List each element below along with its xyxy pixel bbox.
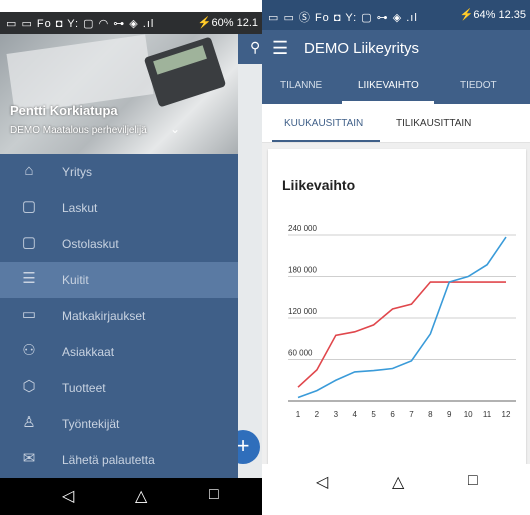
status-bar: ▭ ▭ Ⓢ Fo ◘ Y: ▢ ⊶ ◈ .ıl ⚡64% 12.35	[262, 0, 530, 30]
worker-icon: ♙	[22, 414, 36, 431]
company-selector[interactable]: DEMO Maatalous perheviljelijä	[10, 125, 147, 136]
tab-liikevaihto[interactable]: LIIKEVAIHTO	[358, 80, 419, 91]
home-icon[interactable]: △	[135, 486, 147, 506]
clipboard-icon: ▢	[21, 198, 37, 215]
x-tick-label: 2	[315, 410, 320, 419]
y-tick-label: 180 000	[288, 266, 317, 275]
x-tick-label: 3	[334, 410, 339, 419]
chevron-down-icon[interactable]: ⌄	[170, 122, 180, 136]
calculator-image	[143, 36, 227, 108]
drawer-header: Pentti Korkiatupa DEMO Maatalous perhevi…	[0, 34, 238, 154]
tab-tilanne[interactable]: TILANNE	[280, 80, 322, 91]
x-tick-label: 12	[502, 410, 511, 419]
drawer-item[interactable]: ✉ Lähetä palautetta	[0, 442, 238, 478]
android-nav-bar: ◁ △ □	[0, 478, 262, 515]
navigation-drawer: Pentti Korkiatupa DEMO Maatalous perhevi…	[0, 34, 238, 478]
drawer-item[interactable]: ⬡ Tuotteet	[0, 370, 238, 406]
drawer-item-label: Asiakkaat	[62, 345, 115, 359]
drawer-item[interactable]: ▢ Laskut	[0, 190, 238, 226]
y-tick-label: 60 000	[288, 349, 313, 358]
active-subtab-indicator	[272, 140, 380, 142]
subtab-tilikausittain[interactable]: TILIKAUSITTAIN	[396, 118, 471, 129]
user-name: Pentti Korkiatupa	[10, 103, 118, 118]
y-tick-label: 240 000	[288, 224, 317, 233]
drawer-item[interactable]: ▭ Matkakirjaukset	[0, 298, 238, 334]
chart-card: Liikevaihto 60 000 120 000 180 000 240 000 1…	[268, 149, 526, 464]
clipboard-icon: ▢	[21, 234, 37, 251]
app-bar: ☰ DEMO Liikeyritys	[262, 30, 530, 68]
background-app-bar: ⚲	[238, 34, 262, 64]
x-tick-label: 8	[428, 410, 433, 419]
series-line-2	[297, 236, 507, 399]
revenue-line-chart: 60 000120 000180 000240 0001 2 3 4 5 6 7 8 9 10 11…	[288, 224, 516, 419]
battery-clock: ⚡64% 12.35	[459, 9, 526, 21]
x-tick-label: 7	[409, 410, 414, 419]
main-tabs: TILANNE LIIKEVAIHTO TIEDOT	[262, 68, 530, 104]
status-icons: ▭ ▭ Ⓢ Fo ◘ Y: ▢ ⊶ ◈ .ıl	[268, 12, 418, 24]
drawer-item-label: Matkakirjaukset	[62, 309, 146, 323]
left-phone-screen: ▭ ▭ Fo ◘ Y: ▢ ◠ ⊶ ◈ .ıl ⚡60% 12.1 ⚲ + Pe…	[0, 12, 262, 515]
x-tick-label: 1	[296, 410, 301, 419]
battery-clock: ⚡60% 12.1	[197, 17, 258, 29]
android-nav-bar: ◁ △ □	[262, 464, 530, 515]
people-icon: ⚇	[22, 342, 36, 359]
content-area: Liikevaihto 60 000 120 000 180 000 240 000 1…	[262, 143, 530, 464]
drawer-item-label: Yritys	[62, 165, 92, 179]
status-icons: ▭ ▭ Fo ◘ Y: ▢ ◠ ⊶ ◈ .ıl	[6, 18, 155, 30]
x-tick-label: 11	[483, 410, 492, 419]
subtab-kuukausittain[interactable]: KUUKAUSITTAIN	[284, 118, 363, 129]
app-title: DEMO Liikeyritys	[304, 40, 420, 57]
x-tick-label: 4	[353, 410, 358, 419]
hamburger-menu-icon[interactable]: ☰	[272, 38, 288, 59]
x-tick-label: 10	[464, 410, 473, 419]
drawer-item-label: Ostolaskut	[62, 237, 119, 251]
tab-tiedot[interactable]: TIEDOT	[460, 80, 497, 91]
drawer-item-label: Kuitit	[62, 273, 89, 287]
drawer-item[interactable]: ☰ Kuitit	[0, 262, 238, 298]
back-icon[interactable]: ◁	[62, 486, 74, 506]
drawer-item-label: Työntekijät	[62, 417, 120, 431]
home-icon[interactable]: △	[392, 472, 404, 492]
status-bar: ▭ ▭ Fo ◘ Y: ▢ ◠ ⊶ ◈ .ıl ⚡60% 12.1	[0, 12, 262, 34]
feedback-icon: ✉	[22, 450, 36, 467]
search-icon[interactable]: ⚲	[250, 39, 260, 56]
header-paper-image	[6, 34, 154, 114]
drawer-item-label: Laskut	[62, 201, 98, 215]
drawer-item[interactable]: ⚇ Asiakkaat	[0, 334, 238, 370]
recents-icon[interactable]: □	[209, 486, 219, 504]
drawer-item-label: Tuotteet	[62, 381, 106, 395]
factory-icon: ⌂	[24, 162, 34, 179]
right-phone-screen: ▭ ▭ Ⓢ Fo ◘ Y: ▢ ⊶ ◈ .ıl ⚡64% 12.35 ☰ DEM…	[262, 0, 530, 515]
x-tick-label: 6	[390, 410, 395, 419]
sub-tabs: KUUKAUSITTAIN TILIKAUSITTAIN	[262, 104, 530, 143]
drawer-item[interactable]: ♙ Työntekijät	[0, 406, 238, 442]
drawer-item[interactable]: ▢ Ostolaskut	[0, 226, 238, 262]
series-line-1	[297, 281, 506, 388]
back-icon[interactable]: ◁	[316, 472, 328, 492]
x-tick-label: 9	[447, 410, 452, 419]
x-tick-label: 5	[371, 410, 376, 419]
receipt-icon: ☰	[22, 270, 36, 287]
y-tick-label: 120 000	[288, 307, 317, 316]
recents-icon[interactable]: □	[468, 472, 478, 490]
car-icon: ▭	[21, 306, 37, 323]
drawer-item-label: Lähetä palautetta	[62, 453, 155, 467]
drawer-item[interactable]: ⌂ Yritys	[0, 154, 238, 190]
box-icon: ⬡	[22, 378, 36, 395]
